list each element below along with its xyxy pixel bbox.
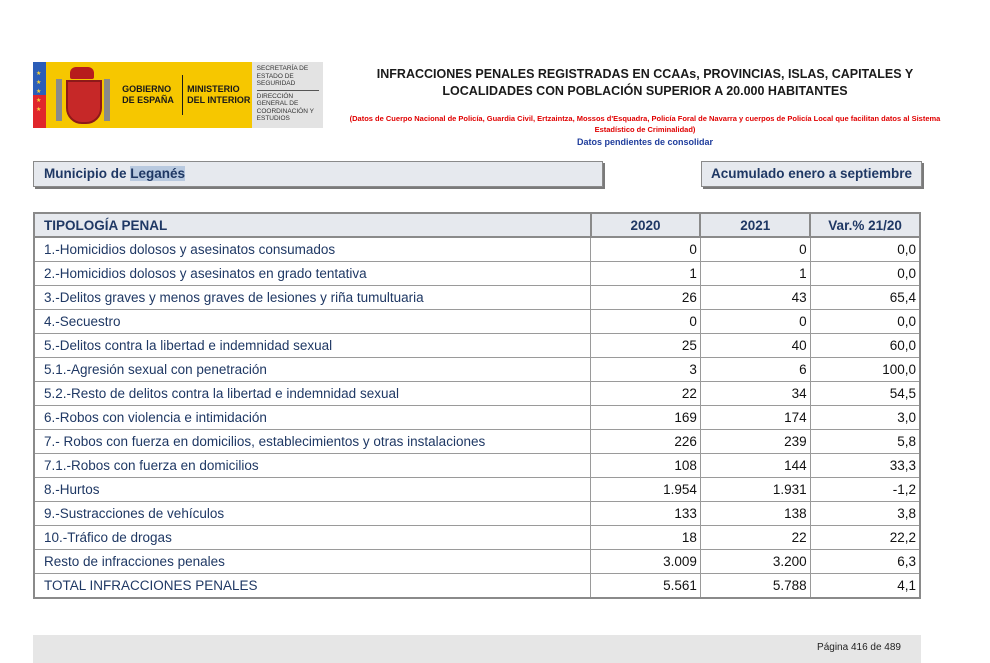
report-title: INFRACCIONES PENALES REGISTRADAS EN CCAA… [376, 67, 914, 98]
row-label: 10.-Tráfico de drogas [33, 525, 592, 550]
logo-secretaria-text: SECRETARÍA DE ESTADO DE SEGURIDAD [256, 65, 309, 87]
value-2020: 169 [590, 405, 701, 430]
value-2020: 25 [590, 333, 701, 358]
value-2021: 34 [699, 381, 811, 406]
value-2020: 108 [590, 453, 701, 478]
value-2020: 26 [590, 285, 701, 310]
table-row: 6.-Robos con violencia e intimidación 169… [33, 405, 921, 430]
table-header-row: TIPOLOGÍA PENAL 2020 2021 Var.% 21/20 [33, 212, 921, 238]
row-label: TOTAL INFRACCIONES PENALES [33, 573, 592, 599]
value-var: 0,0 [809, 261, 921, 286]
value-2021: 1 [699, 261, 811, 286]
table-row: 3.-Delitos graves y menos graves de lesi… [33, 285, 921, 310]
row-label: 8.-Hurtos [33, 477, 592, 502]
row-label: 7.- Robos con fuerza en domicilios, esta… [33, 429, 592, 454]
value-2021: 239 [699, 429, 811, 454]
row-label: 2.-Homicidios dolosos y asesinatos en gr… [33, 261, 592, 286]
row-label: 5.-Delitos contra la libertad e indemnid… [33, 333, 592, 358]
municipality-box: Municipio de Leganés [33, 161, 603, 187]
column-header-2020: 2020 [589, 212, 702, 238]
row-label: 6.-Robos con violencia e intimidación [33, 405, 592, 430]
logo-ministerio-text: MINISTERIO DEL INTERIOR [187, 84, 251, 105]
table-row: 9.-Sustracciones de vehículos 133 138 3,8 [33, 501, 921, 526]
value-2021: 0 [699, 236, 811, 262]
value-var: 22,2 [809, 525, 921, 550]
value-var: -1,2 [809, 477, 921, 502]
row-label: 3.-Delitos graves y menos graves de lesi… [33, 285, 592, 310]
eu-flag-icon: ★ ★ ★ ★ ★ [33, 62, 47, 128]
value-2020: 22 [590, 381, 701, 406]
table-row: 10.-Tráfico de drogas 18 22 22,2 [33, 525, 921, 550]
row-label: 1.-Homicidios dolosos y asesinatos consu… [33, 236, 592, 262]
value-2021: 43 [699, 285, 811, 310]
column-header-tipologia: TIPOLOGÍA PENAL [33, 212, 592, 238]
column-header-2021: 2021 [699, 212, 812, 238]
municipality-name[interactable]: Leganés [130, 166, 186, 181]
logo-secretaria-block: SECRETARÍA DE ESTADO DE SEGURIDAD DIRECC… [251, 62, 323, 128]
column-header-var: Var.% 21/20 [809, 212, 921, 238]
crime-table: TIPOLOGÍA PENAL 2020 2021 Var.% 21/20 1.… [33, 212, 921, 599]
period-box: Acumulado enero a septiembre [701, 161, 922, 187]
value-2021: 144 [699, 453, 811, 478]
value-2021: 138 [699, 501, 811, 526]
value-2021: 1.931 [699, 477, 811, 502]
value-var: 0,0 [809, 236, 921, 262]
value-2021: 0 [699, 309, 811, 334]
row-label: 7.1.-Robos con fuerza en domicilios [33, 453, 592, 478]
value-2021: 40 [699, 333, 811, 358]
table-row: TOTAL INFRACCIONES PENALES 5.561 5.788 4,1 [33, 573, 921, 599]
table-row: 4.-Secuestro 0 0 0,0 [33, 309, 921, 334]
page-number: Página 416 de 489 [817, 642, 901, 653]
value-var: 5,8 [809, 429, 921, 454]
table-row: 5.-Delitos contra la libertad e indemnid… [33, 333, 921, 358]
table-row: 8.-Hurtos 1.954 1.931 -1,2 [33, 477, 921, 502]
row-label: Resto de infracciones penales [33, 549, 592, 574]
value-2021: 174 [699, 405, 811, 430]
row-label: 4.-Secuestro [33, 309, 592, 334]
table-row: 5.1.-Agresión sexual con penetración 3 6 10… [33, 357, 921, 382]
value-2021: 22 [699, 525, 811, 550]
row-label: 9.-Sustracciones de vehículos [33, 501, 592, 526]
page-footer: Página 416 de 489 [33, 635, 921, 663]
table-row: 7.- Robos con fuerza en domicilios, esta… [33, 429, 921, 454]
table-row: Resto de infracciones penales 3.009 3.200 6… [33, 549, 921, 574]
value-var: 60,0 [809, 333, 921, 358]
value-2021: 6 [699, 357, 811, 382]
logo-gobierno-text: GOBIERNO DE ESPAÑA [122, 84, 174, 105]
value-2021: 3.200 [699, 549, 811, 574]
government-logo: ★ ★ ★ ★ ★ GOBIERNO DE ESPAÑA MINISTERIO DEL … [33, 62, 323, 128]
row-label: 5.2.-Resto de delitos contra la libertad… [33, 381, 592, 406]
value-var: 3,8 [809, 501, 921, 526]
table-row: 1.-Homicidios dolosos y asesinatos consu… [33, 236, 921, 262]
value-2020: 1 [590, 261, 701, 286]
value-2020: 3 [590, 357, 701, 382]
value-2020: 5.561 [590, 573, 701, 599]
value-var: 6,3 [809, 549, 921, 574]
table-row: 5.2.-Resto de delitos contra la libertad… [33, 381, 921, 406]
value-var: 65,4 [809, 285, 921, 310]
value-2020: 0 [590, 236, 701, 262]
value-var: 100,0 [809, 357, 921, 382]
pending-notice: Datos pendientes de consolidar [576, 137, 714, 147]
row-label: 5.1.-Agresión sexual con penetración [33, 357, 592, 382]
municipality-prefix: Municipio de [44, 166, 131, 181]
value-var: 0,0 [809, 309, 921, 334]
data-sources-note: (Datos de Cuerpo Nacional de Policía, Gu… [349, 114, 941, 134]
value-var: 54,5 [809, 381, 921, 406]
value-var: 33,3 [809, 453, 921, 478]
value-2020: 0 [590, 309, 701, 334]
table-row: 2.-Homicidios dolosos y asesinatos en gr… [33, 261, 921, 286]
value-2020: 1.954 [590, 477, 701, 502]
coat-of-arms-block: GOBIERNO DE ESPAÑA MINISTERIO DEL INTERI… [46, 62, 252, 128]
value-var: 4,1 [809, 573, 921, 599]
value-2020: 226 [590, 429, 701, 454]
value-2021: 5.788 [699, 573, 811, 599]
table-row: 7.1.-Robos con fuerza en domicilios 108 14… [33, 453, 921, 478]
value-2020: 133 [590, 501, 701, 526]
value-2020: 18 [590, 525, 701, 550]
logo-direccion-text: DIRECCIÓN GENERAL DE COORDINACIÓN Y ESTU… [256, 92, 314, 123]
value-var: 3,0 [809, 405, 921, 430]
value-2020: 3.009 [590, 549, 701, 574]
coat-of-arms-icon [48, 65, 118, 125]
